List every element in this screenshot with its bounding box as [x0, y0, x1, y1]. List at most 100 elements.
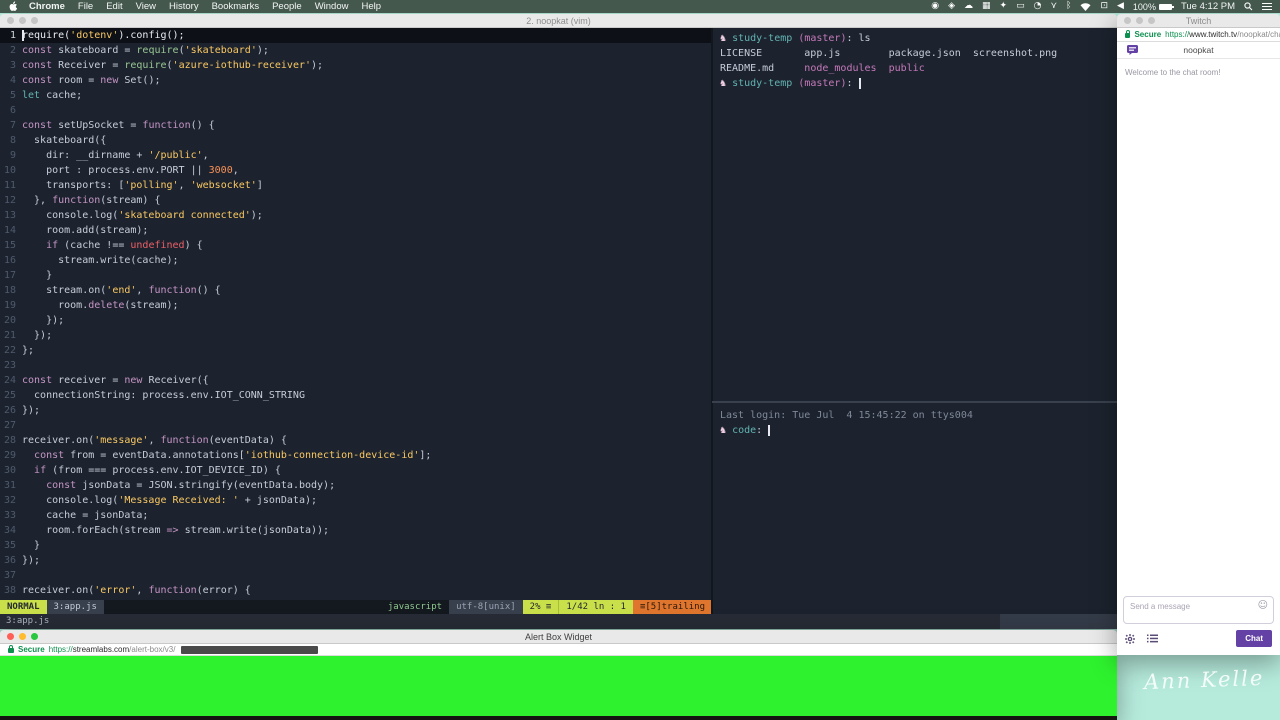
alert-box-titlebar[interactable]: Alert Box Widget — [0, 630, 1117, 644]
token: ); — [311, 60, 324, 71]
token — [768, 424, 771, 436]
token: Last login: Tue Jul 4 15:45:22 on ttys00… — [720, 410, 973, 421]
camera-icon[interactable]: ◉ — [931, 0, 939, 13]
tmux-vertical-divider[interactable] — [711, 28, 713, 614]
vim-editor-pane[interactable]: 1 require('dotenv').config(); 2 const skate… — [0, 28, 712, 600]
code-line: 35 } — [0, 538, 712, 553]
wifi-icon[interactable] — [1080, 2, 1091, 11]
code-line: 22}; — [0, 343, 712, 358]
token: (stream); — [124, 300, 179, 311]
token: 'message' — [94, 435, 149, 446]
token: + jsonData); — [238, 495, 318, 506]
terminal-line: LICENSE app.js package.json screenshot.p… — [720, 46, 1117, 61]
code-line: 28 receiver.on('message', function(eventD… — [0, 433, 712, 448]
line-number: 19 — [3, 300, 16, 311]
token: jsonData = JSON.stringify(eventData.body… — [76, 480, 336, 491]
emote-picker-icon[interactable]: ☺ — [1258, 600, 1268, 611]
menu-item-history[interactable]: History — [169, 1, 199, 12]
viewer-list-icon[interactable] — [1147, 634, 1158, 643]
token: }); — [22, 405, 41, 416]
line-number: 12 — [3, 195, 16, 206]
token: ); — [250, 210, 263, 221]
line-number: 7 — [9, 120, 16, 131]
code-line: 21 }); — [0, 328, 712, 343]
wallpaper-signature: Ann Kelle — [1143, 665, 1265, 695]
code-line: 26}); — [0, 403, 712, 418]
tmux-horizontal-divider[interactable] — [712, 401, 1117, 403]
token: let — [22, 90, 41, 101]
vysor-icon[interactable]: ⋎ — [1050, 0, 1057, 13]
terminal-titlebar[interactable]: 2. noopkat (vim) — [0, 14, 1117, 28]
token — [858, 77, 861, 89]
secure-label: Secure — [1134, 30, 1162, 39]
code-line: 29 const from = eventData.annotations['i… — [0, 448, 712, 463]
line-number: 32 — [3, 495, 16, 506]
token: 'dotenv' — [70, 30, 119, 41]
token: undefined — [130, 240, 185, 251]
line-number: 6 — [9, 105, 16, 116]
code-line: 25 connectionString: process.env.IOT_CON… — [0, 388, 712, 403]
token: console.log( — [22, 495, 119, 506]
chat-message-input[interactable]: Send a message ☺ — [1123, 596, 1274, 624]
code-line: 30 if (from === process.env.IOT_DEVICE_I… — [0, 463, 712, 478]
display-icon[interactable]: ⊡ — [1100, 0, 1108, 13]
chat-controls-row: Chat — [1117, 628, 1280, 655]
menu-item-file[interactable]: File — [78, 1, 93, 12]
twitch-chat-window: Twitch Secure https://www.twitch.tv/noop… — [1117, 14, 1280, 655]
grid-icon[interactable]: ▦ — [982, 0, 991, 13]
token: room.add(stream); — [22, 225, 149, 236]
token: require( — [22, 30, 71, 41]
terminal-body[interactable]: 1 require('dotenv').config(); 2 const skate… — [0, 28, 1117, 629]
menu-item-people[interactable]: People — [272, 1, 302, 12]
menu-item-edit[interactable]: Edit — [106, 1, 122, 12]
notification-center-icon[interactable] — [1262, 2, 1272, 11]
shield-icon[interactable]: ◈ — [948, 0, 955, 13]
token: const — [46, 480, 77, 491]
token: , — [136, 585, 149, 596]
menu-item-help[interactable]: Help — [361, 1, 381, 12]
cloud-icon[interactable]: ☁ — [964, 0, 973, 13]
menu-item-app[interactable]: Chrome — [29, 1, 65, 12]
menu-item-bookmarks[interactable]: Bookmarks — [212, 1, 260, 12]
alert-box-addressbar[interactable]: Secure https://streamlabs.com/alert-box/… — [0, 644, 1117, 656]
pointer-icon[interactable]: ✦ — [1000, 0, 1008, 13]
volume-icon[interactable]: ◀ — [1117, 0, 1124, 13]
bluetooth-icon[interactable]: ᛒ — [1066, 0, 1071, 13]
token: const — [22, 45, 53, 56]
spotlight-search-icon[interactable] — [1244, 2, 1253, 11]
shell-pane-top[interactable]: ♞ study-temp (master): ls LICENSE app.js … — [714, 28, 1117, 401]
apple-menu-icon[interactable] — [8, 1, 19, 12]
token: }, — [22, 195, 53, 206]
twitch-url[interactable]: https://www.twitch.tv/noopkat/cha… — [1165, 30, 1280, 39]
token: cache = jsonData; — [22, 510, 149, 521]
line-number: 27 — [3, 420, 16, 431]
chat-message-area[interactable] — [1117, 86, 1280, 596]
line-number: 17 — [3, 270, 16, 281]
code-line: 31 const jsonData = JSON.stringify(event… — [0, 478, 712, 493]
alert-box-url[interactable]: https://streamlabs.com/alert-box/v3/ — [49, 645, 176, 654]
token: room. — [22, 300, 89, 311]
menubar-clock: Tue 4:12 PM — [1180, 1, 1235, 12]
secure-label: Secure — [18, 645, 45, 654]
menu-bar: Chrome File Edit View History Bookmarks Peopl… — [0, 0, 1280, 13]
token: public — [888, 63, 925, 74]
shell-pane-bottom[interactable]: Last login: Tue Jul 4 15:45:22 on ttys00… — [714, 406, 1117, 614]
token: () { — [196, 285, 221, 296]
twitch-addressbar[interactable]: Secure https://www.twitch.tv/noopkat/cha… — [1117, 28, 1280, 42]
chat-send-button[interactable]: Chat — [1236, 630, 1272, 647]
chat-welcome-message: Welcome to the chat room! — [1125, 68, 1221, 77]
twitch-titlebar[interactable]: Twitch — [1117, 14, 1280, 28]
token: 'end' — [106, 285, 137, 296]
menu-item-window[interactable]: Window — [315, 1, 349, 12]
line-number: 16 — [3, 255, 16, 266]
code-line: 18 stream.on('end', function() { — [0, 283, 712, 298]
token: delete — [88, 300, 125, 311]
window-icon[interactable]: ▭ — [1016, 0, 1025, 13]
tmux-statusbar-segment — [1000, 614, 1117, 629]
moon-icon[interactable]: ◔ — [1034, 0, 1042, 13]
chat-settings-gear-icon[interactable] — [1125, 633, 1135, 644]
vim-mode-indicator: NORMAL — [0, 600, 47, 614]
menu-item-view[interactable]: View — [136, 1, 156, 12]
